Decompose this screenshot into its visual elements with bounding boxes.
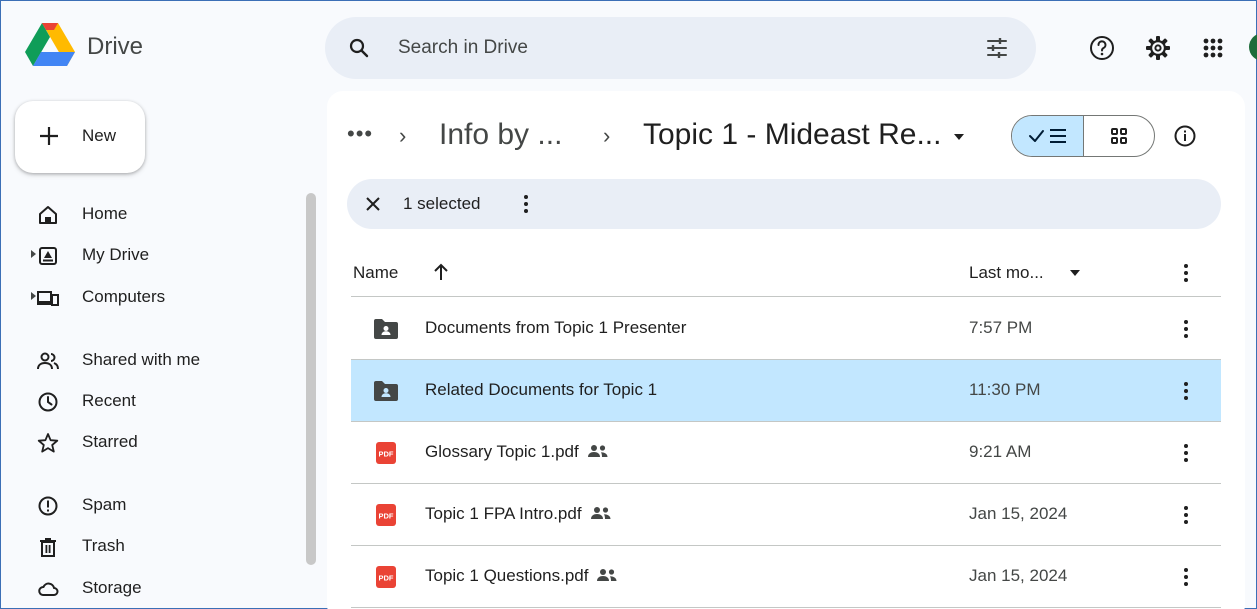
shared-people-icon <box>590 507 611 519</box>
sidebar-item-computers[interactable]: Computers <box>15 280 295 314</box>
breadcrumb-separator: › <box>603 123 611 148</box>
shared-folder-icon <box>374 319 398 339</box>
sidebar-item-starred[interactable]: Starred <box>15 425 295 459</box>
sidebar-item-label: Recent <box>82 391 136 410</box>
pdf-icon: PDF <box>376 442 396 464</box>
file-name[interactable]: Topic 1 FPA Intro.pdf <box>425 504 612 524</box>
spam-icon <box>38 496 58 516</box>
sidebar-item-trash[interactable]: Trash <box>15 529 295 563</box>
more-options-icon[interactable] <box>1183 317 1189 341</box>
cloud-storage-icon <box>38 582 59 596</box>
trash-icon <box>40 538 56 557</box>
last-modified-column-header[interactable]: Last mo... <box>969 263 1044 283</box>
chevron-down-icon[interactable] <box>1069 269 1081 277</box>
last-modified: Jan 15, 2024 <box>969 504 1068 523</box>
sidebar-item-label: Shared with me <box>82 350 201 369</box>
sidebar-item-storage[interactable]: Storage <box>15 571 295 605</box>
search-icon[interactable] <box>347 36 371 60</box>
help-icon[interactable] <box>1088 34 1116 62</box>
new-button-label: New <box>82 126 117 145</box>
my-drive-icon <box>39 247 57 265</box>
file-name[interactable]: Glossary Topic 1.pdf <box>425 442 609 462</box>
sidebar-item-label: My Drive <box>82 245 150 264</box>
more-actions-icon[interactable] <box>523 192 529 216</box>
grid-view-button[interactable] <box>1084 116 1154 156</box>
sort-arrow-up-icon[interactable] <box>431 261 451 283</box>
more-options-icon[interactable] <box>1183 261 1189 285</box>
sidebar-scrollbar[interactable] <box>306 193 316 565</box>
last-modified: Jan 15, 2024 <box>969 566 1068 585</box>
grid-view-icon <box>1111 128 1127 144</box>
svg-text:PDF: PDF <box>379 450 394 459</box>
more-options-icon[interactable] <box>1183 503 1189 527</box>
sidebar-item-label: Computers <box>82 287 166 306</box>
table-row-selected[interactable]: Related Documents for Topic 1 11:30 PM <box>351 360 1221 422</box>
table-header: Name Last mo... <box>351 251 1221 297</box>
sidebar-item-label: Storage <box>82 578 142 597</box>
svg-text:PDF: PDF <box>379 574 394 583</box>
sidebar-item-spam[interactable]: Spam <box>15 488 295 522</box>
more-options-icon[interactable] <box>1183 379 1189 403</box>
new-button[interactable]: New <box>15 101 145 173</box>
shared-folder-icon <box>374 381 398 401</box>
search-options-icon[interactable] <box>985 36 1009 60</box>
app-name[interactable]: Drive <box>87 33 143 61</box>
table-row[interactable]: Documents from Topic 1 Presenter 7:57 PM <box>351 298 1221 360</box>
plus-icon <box>40 127 58 145</box>
close-icon[interactable] <box>363 194 383 214</box>
expand-arrow-icon[interactable] <box>29 249 37 259</box>
last-modified: 9:21 AM <box>969 442 1032 461</box>
breadcrumb-current[interactable]: Topic 1 - Mideast Re... <box>643 118 941 152</box>
home-icon <box>39 206 57 224</box>
breadcrumb-parent[interactable]: Info by ... <box>439 118 562 152</box>
file-name[interactable]: Documents from Topic 1 Presenter <box>425 318 686 338</box>
file-name[interactable]: Related Documents for Topic 1 <box>425 380 657 400</box>
recent-clock-icon <box>38 392 58 412</box>
more-options-icon[interactable] <box>1183 441 1189 465</box>
svg-text:PDF: PDF <box>379 512 394 521</box>
expand-arrow-icon[interactable] <box>29 291 37 301</box>
search-input[interactable]: Search in Drive <box>398 37 528 59</box>
pdf-icon: PDF <box>376 566 396 588</box>
main-panel: ••• › Info by ... › Topic 1 - Mideast Re… <box>327 91 1245 609</box>
account-avatar[interactable] <box>1249 33 1257 61</box>
view-toggle <box>1011 115 1155 157</box>
star-icon <box>37 433 59 453</box>
file-name[interactable]: Topic 1 Questions.pdf <box>425 566 618 586</box>
settings-gear-icon[interactable] <box>1144 34 1172 62</box>
sidebar-item-label: Starred <box>82 432 138 451</box>
breadcrumb: ••• › Info by ... › Topic 1 - Mideast Re… <box>347 115 987 159</box>
shared-with-me-icon <box>37 352 59 370</box>
table-row[interactable]: PDF Topic 1 Questions.pdf Jan 15, 2024 <box>351 546 1221 608</box>
search-bar[interactable]: Search in Drive <box>325 17 1036 79</box>
table-row[interactable]: PDF Glossary Topic 1.pdf 9:21 AM <box>351 422 1221 484</box>
last-modified: 11:30 PM <box>969 380 1041 399</box>
breadcrumb-separator: › <box>399 123 407 148</box>
last-modified: 7:57 PM <box>969 318 1033 337</box>
chevron-down-icon[interactable] <box>953 133 965 141</box>
breadcrumb-more[interactable]: ••• <box>347 121 373 147</box>
sidebar-item-label: Spam <box>82 495 127 514</box>
more-options-icon[interactable] <box>1183 565 1189 589</box>
name-column-header[interactable]: Name <box>353 263 398 283</box>
sidebar-item-label: Trash <box>82 536 125 555</box>
info-icon[interactable] <box>1173 124 1197 148</box>
sidebar-item-my-drive[interactable]: My Drive <box>15 238 295 272</box>
top-bar: Drive Search in Drive <box>1 1 1257 93</box>
apps-grid-icon[interactable] <box>1199 34 1227 62</box>
pdf-icon: PDF <box>376 504 396 526</box>
drive-logo-icon[interactable] <box>25 23 75 67</box>
list-view-icon <box>1029 129 1066 143</box>
shared-people-icon <box>597 569 617 581</box>
shared-people-icon <box>587 445 608 457</box>
sidebar-item-label: Home <box>82 204 128 223</box>
selection-count: 1 selected <box>403 194 481 213</box>
sidebar-item-recent[interactable]: Recent <box>15 384 295 418</box>
table-row[interactable]: PDF Topic 1 FPA Intro.pdf Jan 15, 2024 <box>351 484 1221 546</box>
sidebar-item-shared-with-me[interactable]: Shared with me <box>15 343 295 377</box>
list-view-button[interactable] <box>1012 116 1084 156</box>
selection-bar: 1 selected <box>347 179 1221 229</box>
computers-icon <box>37 291 59 306</box>
sidebar-item-home[interactable]: Home <box>15 197 295 231</box>
